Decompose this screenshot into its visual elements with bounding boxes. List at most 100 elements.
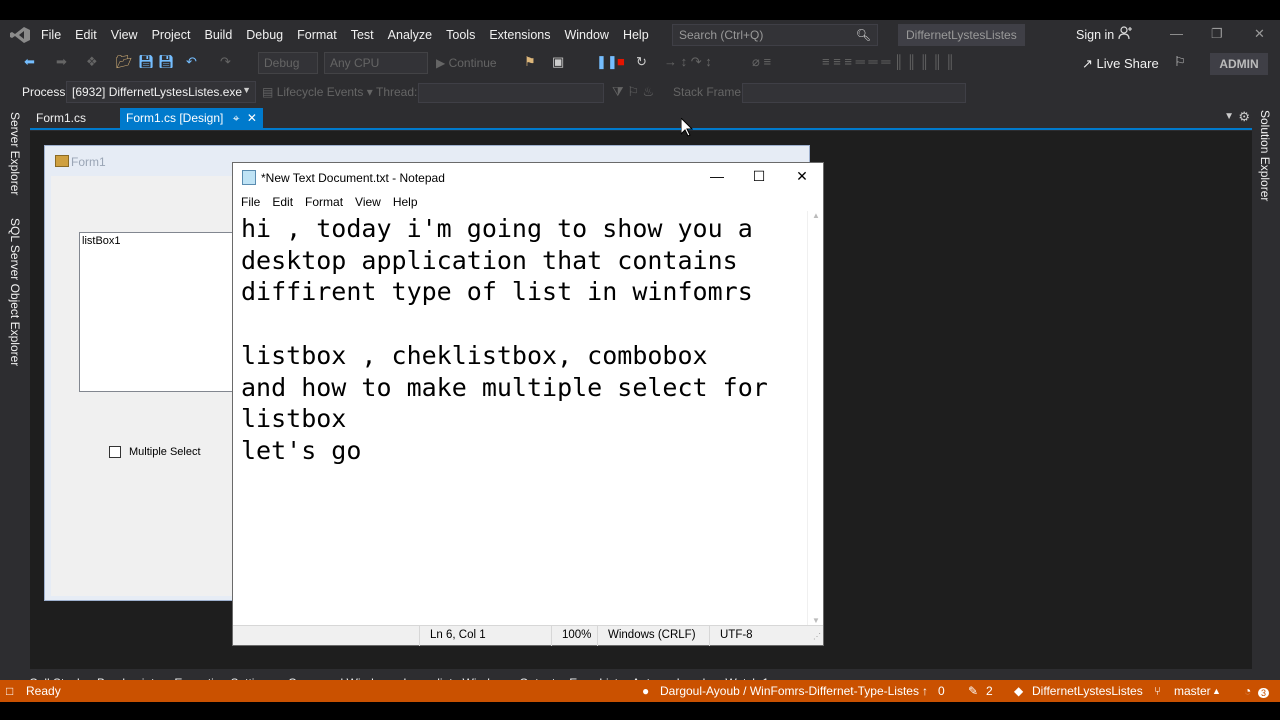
- tab-dropdown-icon[interactable]: ▼: [1224, 111, 1234, 122]
- notepad-menu-help[interactable]: Help: [387, 195, 424, 209]
- notepad-close-icon[interactable]: ✕: [792, 168, 812, 188]
- menu-test[interactable]: Test: [344, 28, 381, 42]
- undo-icon[interactable]: ↶: [186, 54, 197, 74]
- close-icon[interactable]: ✕: [1254, 26, 1265, 42]
- save-icon[interactable]: 💾︎: [138, 54, 155, 74]
- standard-toolbar: ⬅︎ ➡︎ ❖ 📂︎ 💾︎ 💾︎ ↶ ↷ Debug Any CPU ▶ Con…: [0, 50, 1280, 78]
- menu-edit[interactable]: Edit: [68, 28, 104, 42]
- redo-icon[interactable]: ↷: [220, 54, 231, 74]
- tab-form1-design[interactable]: Form1.cs [Design] ⌖ ✕: [120, 108, 263, 128]
- continue-label: Continue: [448, 56, 497, 70]
- menu-project[interactable]: Project: [145, 28, 198, 42]
- resize-grip-icon[interactable]: ⋰: [813, 632, 821, 641]
- notepad-minimize-icon[interactable]: —: [707, 168, 727, 188]
- checkbox-box[interactable]: [109, 446, 121, 458]
- stop-icon[interactable]: ■: [617, 54, 625, 74]
- form-icon: [55, 155, 69, 167]
- menu-tools[interactable]: Tools: [439, 28, 482, 42]
- notepad-text-area[interactable]: hi , today i'm going to show you a deskt…: [233, 211, 807, 625]
- back-icon[interactable]: ⬅︎: [24, 54, 35, 74]
- notifications-icon[interactable]: ◔: [1244, 684, 1251, 698]
- repository-link[interactable]: Dargoul-Ayoub / WinFomrs-Differnet-Type-…: [660, 684, 919, 698]
- arrow-up-icon[interactable]: ↑: [922, 684, 928, 698]
- lifecycle-label: Lifecycle Events: [276, 85, 364, 99]
- notepad-scrollbar[interactable]: ▲ ▼: [807, 211, 823, 625]
- restore-icon[interactable]: ❐: [1211, 26, 1223, 42]
- sql-server-object-explorer-tab[interactable]: SQL Server Object Explorer: [8, 218, 22, 366]
- configuration-dropdown[interactable]: Debug: [258, 52, 318, 74]
- git-diamond-icon: ◆: [1014, 684, 1024, 698]
- align-tools-icon[interactable]: ≡ ≡ ≡ ═ ═ ═ ║ ║ ║ ║ ║: [822, 54, 955, 74]
- menu-bar: File Edit View Project Build Debug Forma…: [34, 20, 656, 50]
- github-icon: ●: [642, 684, 650, 698]
- process-dropdown[interactable]: [6932] DiffernetLystesListes.exe ▼: [66, 81, 256, 103]
- notepad-menu-view[interactable]: View: [349, 195, 387, 209]
- search-icon: 🔍︎: [855, 28, 871, 42]
- menu-analyze[interactable]: Analyze: [381, 28, 439, 42]
- chevron-down-icon: ▼: [242, 85, 251, 95]
- feedback-icon[interactable]: ⚐: [1174, 54, 1186, 74]
- project-name[interactable]: DiffernetLystesListes: [1032, 684, 1143, 698]
- attach-icon[interactable]: ⚑: [524, 54, 536, 74]
- continue-button[interactable]: ▶ Continue: [436, 56, 497, 76]
- save-all-icon[interactable]: 💾︎: [158, 54, 175, 74]
- admin-badge: ADMIN: [1210, 53, 1268, 75]
- scroll-up-icon[interactable]: ▲: [812, 211, 820, 220]
- stack-frame-dropdown[interactable]: [742, 83, 966, 103]
- server-explorer-tab[interactable]: Server Explorer: [8, 112, 22, 195]
- notepad-maximize-icon[interactable]: ☐: [749, 168, 769, 188]
- gear-icon[interactable]: ⚙: [1238, 109, 1250, 125]
- tab-close-icon[interactable]: ✕: [247, 111, 257, 125]
- tab-label: Form1.cs: [36, 111, 87, 125]
- tab-form1-cs[interactable]: Form1.cs: [30, 108, 92, 128]
- sign-in-link[interactable]: Sign in: [1076, 28, 1114, 42]
- title-bar: File Edit View Project Build Debug Forma…: [0, 20, 1280, 50]
- lifecycle-events-button[interactable]: ▤ Lifecycle Events ▾: [262, 85, 373, 105]
- notepad-menu-format[interactable]: Format: [299, 195, 349, 209]
- platform-dropdown[interactable]: Any CPU: [324, 52, 428, 74]
- breakpoint-tools-icon[interactable]: ⌀ ≡: [752, 54, 771, 74]
- branch-name[interactable]: master: [1174, 684, 1211, 698]
- form1-title: Form1: [71, 155, 106, 169]
- thread-dropdown[interactable]: [418, 83, 604, 103]
- zoom-level: 100%: [551, 626, 597, 646]
- search-placeholder: Search (Ctrl+Q): [679, 28, 764, 42]
- filter-icon[interactable]: ⧩ ⚐ ♨: [612, 84, 654, 104]
- pin-icon[interactable]: ⌖: [233, 111, 240, 125]
- search-box[interactable]: Search (Ctrl+Q) 🔍︎: [672, 24, 878, 46]
- menu-help[interactable]: Help: [616, 28, 656, 42]
- screenshot-icon[interactable]: ▣: [552, 54, 564, 74]
- notepad-titlebar[interactable]: *New Text Document.txt - Notepad — ☐ ✕: [233, 163, 823, 193]
- menu-view[interactable]: View: [104, 28, 145, 42]
- branch-up-icon: ▲: [1212, 686, 1221, 696]
- pencil-icon[interactable]: ✎: [968, 684, 978, 698]
- notepad-window[interactable]: *New Text Document.txt - Notepad — ☐ ✕ F…: [232, 162, 824, 646]
- scroll-down-icon[interactable]: ▼: [812, 616, 820, 625]
- pause-icon[interactable]: ❚❚: [596, 54, 618, 74]
- minimize-icon[interactable]: —: [1170, 26, 1183, 41]
- line-ending: Windows (CRLF): [597, 626, 709, 646]
- ready-icon: □: [6, 684, 14, 698]
- restart-icon[interactable]: ↻: [636, 54, 647, 74]
- right-tool-strip: Solution Explorer: [1252, 108, 1280, 668]
- unpushed-count: 0: [938, 684, 945, 698]
- notepad-menu-file[interactable]: File: [235, 195, 266, 209]
- person-icon[interactable]: [1118, 26, 1132, 43]
- menu-debug[interactable]: Debug: [239, 28, 290, 42]
- live-share-button[interactable]: ↗ Live Share: [1082, 56, 1159, 76]
- notifications-count: 3: [1258, 688, 1270, 698]
- forward-icon[interactable]: ➡︎: [56, 54, 67, 74]
- notepad-menu-edit[interactable]: Edit: [266, 195, 299, 209]
- notepad-icon: [242, 170, 256, 185]
- menu-format[interactable]: Format: [290, 28, 344, 42]
- configuration-value: Debug: [264, 56, 300, 70]
- new-project-icon[interactable]: ❖: [86, 54, 98, 74]
- open-folder-icon[interactable]: 📂︎: [116, 54, 133, 74]
- menu-file[interactable]: File: [34, 28, 68, 42]
- multiple-select-checkbox[interactable]: Multiple Select: [109, 446, 201, 458]
- step-over-icon[interactable]: → ↕ ↷ ↕: [664, 54, 712, 74]
- menu-window[interactable]: Window: [557, 28, 615, 42]
- solution-explorer-tab[interactable]: Solution Explorer: [1258, 110, 1272, 201]
- menu-extensions[interactable]: Extensions: [482, 28, 557, 42]
- menu-build[interactable]: Build: [197, 28, 239, 42]
